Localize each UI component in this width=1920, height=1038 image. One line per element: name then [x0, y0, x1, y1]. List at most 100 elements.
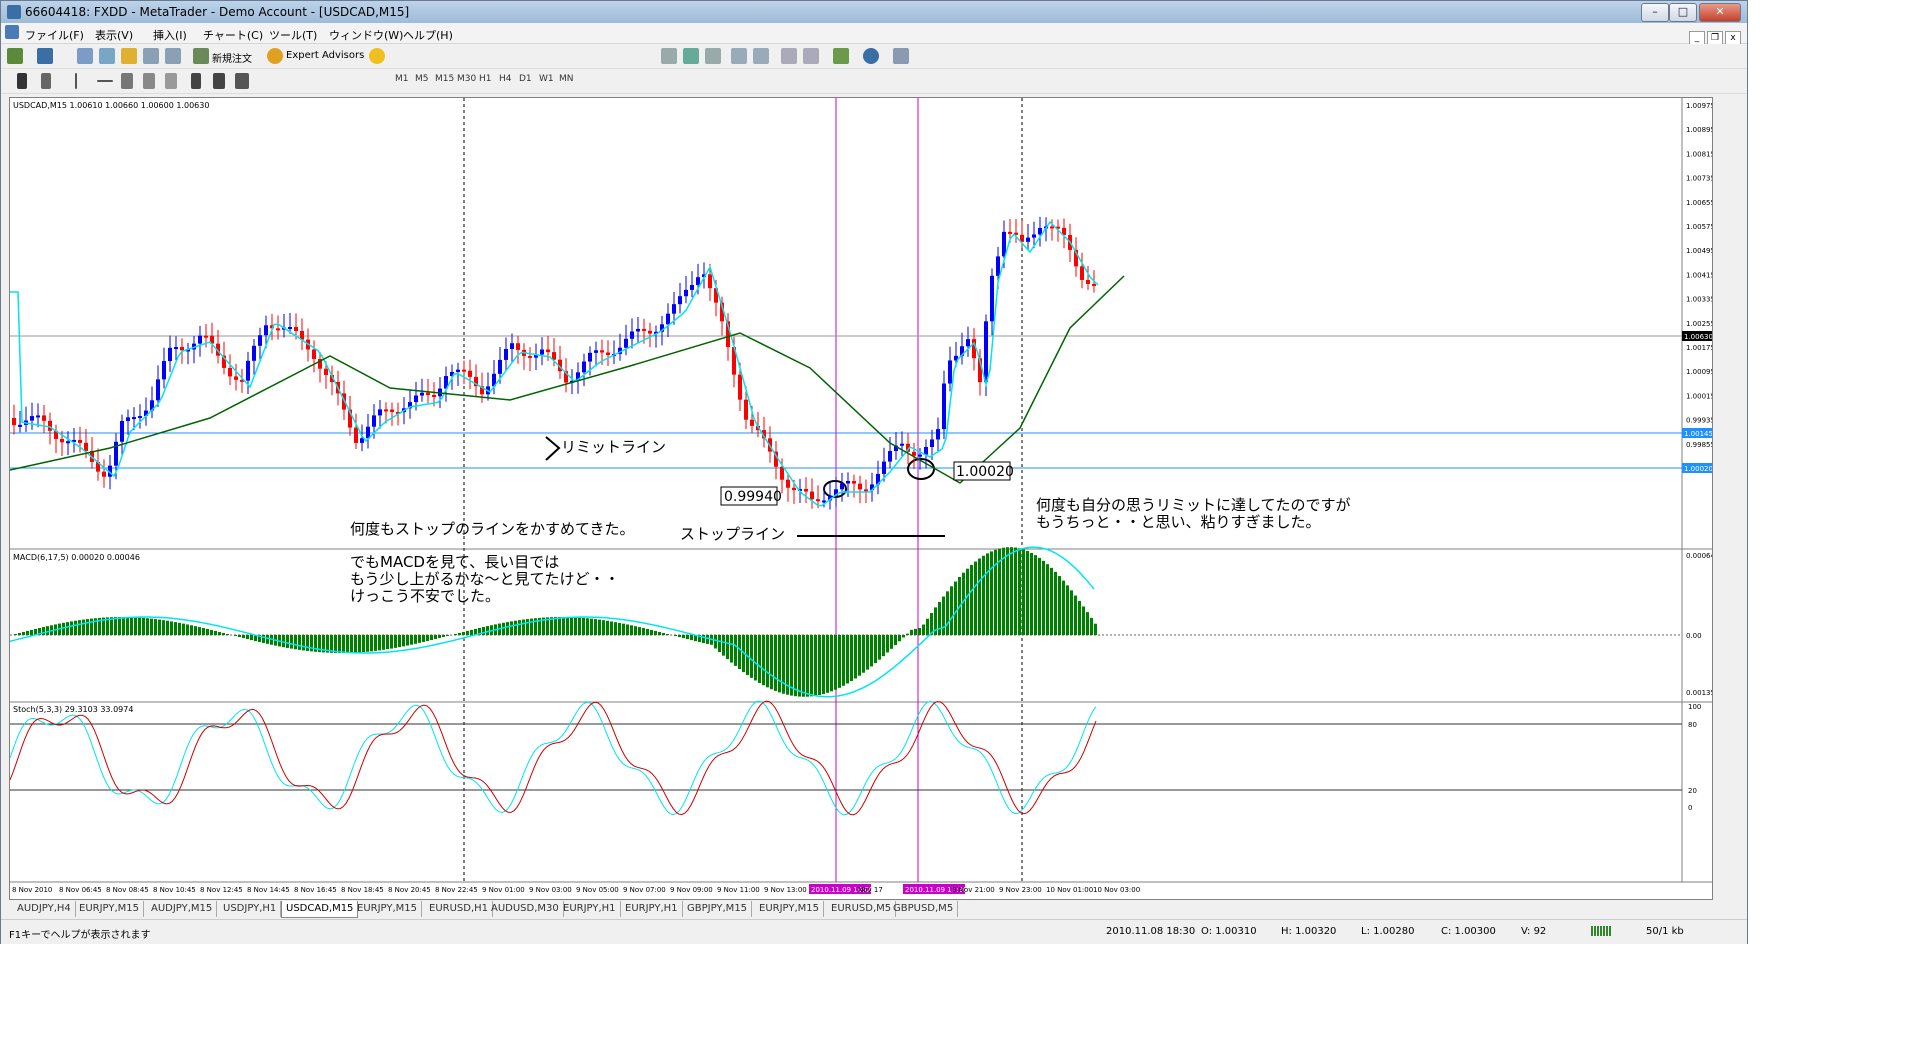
fibonacci-icon[interactable] — [165, 73, 177, 89]
arrows-icon[interactable] — [235, 73, 249, 89]
indicators-icon[interactable] — [833, 48, 849, 64]
timeframe-m5[interactable]: M5 — [415, 74, 429, 84]
trendline-icon[interactable] — [121, 73, 133, 89]
menu-help[interactable]: ヘルプ(H) — [403, 27, 453, 43]
macd-histogram-bar — [878, 635, 881, 660]
menu-window[interactable]: ウィンドウ(W) — [329, 27, 403, 43]
new-order-icon[interactable] — [193, 48, 209, 64]
cursor-icon[interactable] — [17, 73, 27, 89]
menu-insert[interactable]: 挿入(I) — [153, 27, 187, 43]
chart-tab[interactable]: AUDJPY,H4 — [13, 901, 76, 917]
timeframe-m1[interactable]: M1 — [395, 74, 409, 84]
timeframe-d1[interactable]: D1 — [519, 74, 532, 84]
macd-pane-info: MACD(6,17,5) 0.00020 0.00046 — [13, 553, 140, 562]
stoch-tick: 100 — [1688, 703, 1701, 711]
timeframe-m15[interactable]: M15 — [435, 74, 454, 84]
timeframe-w1[interactable]: W1 — [539, 74, 554, 84]
expert-advisors-icon[interactable] — [267, 48, 283, 64]
macd-histogram-bar — [894, 635, 897, 646]
macd-histogram-bar — [810, 635, 813, 697]
menu-tools[interactable]: ツール(T) — [269, 27, 317, 43]
chart-tab[interactable]: USDCAD,M15 — [281, 901, 359, 918]
chart-tab[interactable]: GBPJPY,M15 — [683, 901, 753, 917]
navigator-icon[interactable] — [99, 48, 115, 64]
macd-histogram-bar — [294, 635, 297, 650]
strategy-tester-icon[interactable] — [165, 48, 181, 64]
macd-histogram-bar — [750, 635, 753, 678]
text-label-icon[interactable] — [213, 73, 225, 89]
chart-canvas[interactable]: 1.00975 1.00895 1.00815 1.00735 1.00655 1.005… — [10, 98, 1712, 899]
timeframe-h1[interactable]: H1 — [479, 74, 492, 84]
candle-body — [750, 419, 754, 426]
chart-tab[interactable]: EURJPY,H1 — [559, 901, 621, 917]
chart-tab[interactable]: EURUSD,M5 — [827, 901, 897, 917]
timeframe-h4[interactable]: H4 — [499, 74, 512, 84]
candle-body — [228, 367, 232, 377]
vertical-line-icon[interactable] — [75, 73, 77, 89]
chart-tab[interactable]: AUDUSD,M30 — [487, 901, 564, 917]
macd-histogram-bar — [1034, 555, 1037, 635]
candle-body — [936, 429, 940, 440]
terminal-icon[interactable] — [143, 48, 159, 64]
text-icon[interactable] — [191, 73, 201, 89]
macd-histogram-bar — [342, 635, 345, 653]
macd-histogram-bar — [850, 635, 853, 682]
stoch-tick: 80 — [1688, 721, 1697, 729]
close-button[interactable]: ✕ — [1699, 3, 1741, 22]
chart-tab[interactable]: AUDJPY,M15 — [147, 901, 218, 917]
new-chart-icon[interactable] — [7, 48, 23, 64]
crosshair-icon[interactable] — [41, 73, 51, 89]
new-order-button[interactable]: 新規注文 — [212, 50, 252, 65]
candlesticks-icon[interactable] — [683, 48, 699, 64]
status-datetime: 2010.11.08 18:30 — [1106, 926, 1196, 937]
periods-icon[interactable] — [863, 48, 879, 64]
data-window-icon[interactable] — [121, 48, 137, 64]
stoch-main-line — [10, 700, 1097, 816]
menu-file[interactable]: ファイル(F) — [25, 27, 84, 43]
alert-icon[interactable] — [369, 48, 385, 64]
menu-charts[interactable]: チャート(C) — [203, 27, 263, 43]
chart-tab[interactable]: EURJPY,H1 — [621, 901, 683, 917]
metatrader-window: 66604418: FXDD - MetaTrader - Demo Accou… — [0, 0, 1748, 944]
macd-histogram-bar — [874, 635, 877, 664]
minimize-button[interactable]: – — [1641, 3, 1669, 22]
candle-body — [684, 289, 688, 297]
macd-histogram-bar — [866, 635, 869, 670]
horizontal-line-icon[interactable] — [97, 80, 113, 82]
chart-tab[interactable]: EURJPY,M15 — [755, 901, 824, 917]
chart-tab[interactable]: EURUSD,H1 — [425, 901, 494, 917]
chart-tab[interactable]: EURJPY,M15 — [75, 901, 144, 917]
menu-view[interactable]: 表示(V) — [95, 27, 133, 43]
status-high: H: 1.00320 — [1281, 926, 1337, 937]
chart-shift-icon[interactable] — [803, 48, 819, 64]
bar-chart-icon[interactable] — [661, 48, 677, 64]
candle-body — [234, 376, 238, 380]
chart-tab[interactable]: GBPUSD,M5 — [889, 901, 959, 917]
line-chart-icon[interactable] — [705, 48, 721, 64]
expert-advisors-button[interactable]: Expert Advisors — [286, 50, 364, 61]
auto-scroll-icon[interactable] — [781, 48, 797, 64]
chart-tab[interactable]: USDJPY,H1 — [219, 901, 282, 917]
market-watch-icon[interactable] — [77, 48, 93, 64]
zoom-in-icon[interactable] — [731, 48, 747, 64]
note-right-line2: もうちっと・・と思い、粘りすぎました。 — [1036, 513, 1321, 531]
profiles-icon[interactable] — [37, 48, 53, 64]
candle-body — [42, 415, 46, 421]
title-bar[interactable]: 66604418: FXDD - MetaTrader - Demo Accou… — [1, 1, 1747, 23]
macd-histogram-bar — [1014, 547, 1017, 635]
chart-tab[interactable]: EURJPY,M15 — [353, 901, 422, 917]
status-close: C: 1.00300 — [1441, 926, 1496, 937]
timeframe-m30[interactable]: M30 — [457, 74, 476, 84]
channel-icon[interactable] — [143, 73, 155, 89]
macd-histogram-bar — [366, 635, 369, 652]
templates-icon[interactable] — [893, 48, 909, 64]
candle-body — [498, 359, 502, 374]
zoom-out-icon[interactable] — [753, 48, 769, 64]
timeframe-mn[interactable]: MN — [559, 74, 574, 84]
macd-histogram-bar — [794, 635, 797, 697]
macd-histogram-bar — [290, 635, 293, 649]
chart-window[interactable]: 1.00975 1.00895 1.00815 1.00735 1.00655 1.005… — [9, 97, 1713, 900]
maximize-button[interactable]: □ — [1669, 3, 1697, 22]
circle-mark — [907, 458, 935, 480]
candle-body — [126, 417, 130, 422]
